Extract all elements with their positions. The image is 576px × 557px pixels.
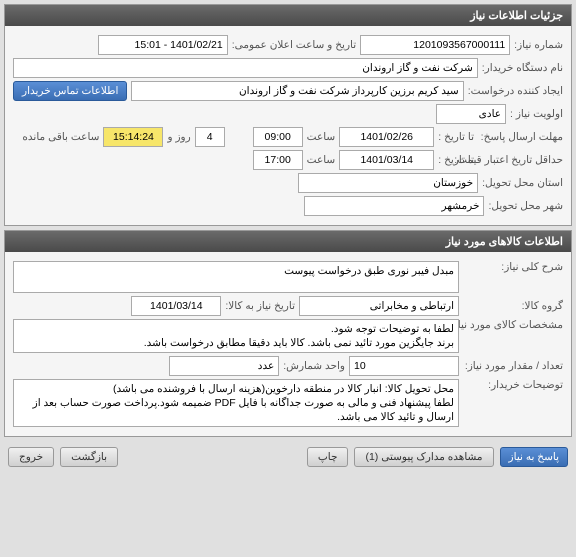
buyer-value: شرکت نفت و گاز اروندان xyxy=(13,58,478,78)
creator-value: سید کریم برزین کارپرداز شرکت نفت و گاز ا… xyxy=(131,81,463,101)
desc-label: شرح کلی نیاز: xyxy=(463,261,563,273)
pub-date-label: تاریخ و ساعت اعلان عمومی: xyxy=(232,39,356,51)
pub-date-value: 1401/02/21 - 15:01 xyxy=(98,35,228,55)
validity-time-label: ساعت xyxy=(307,154,336,166)
spec-value: لطفا به توضیحات توجه شود. برند جایگزین م… xyxy=(13,319,459,353)
deadline-time-label: ساعت xyxy=(307,131,336,143)
needed-date-label: تاریخ نیاز به کالا: xyxy=(225,300,295,312)
province-value: خوزستان xyxy=(298,173,478,193)
attachments-button[interactable]: مشاهده مدارک پیوستی (1) xyxy=(354,447,493,467)
province-label: استان محل تحویل: xyxy=(482,177,563,189)
footer-toolbar: پاسخ به نیاز مشاهده مدارک پیوستی (1) چاپ… xyxy=(0,441,576,473)
exit-button[interactable]: خروج xyxy=(8,447,54,467)
panel-goods-info-header: اطلاعات کالاهای مورد نیاز xyxy=(5,231,571,252)
priority-label: اولویت نیاز : xyxy=(510,108,563,120)
validity-label: حداقل تاریخ اعتبار قیمت: xyxy=(478,154,563,166)
validity-to-date-label: تا تاریخ : xyxy=(438,154,474,166)
back-button[interactable]: بازگشت xyxy=(60,447,118,467)
city-label: شهر محل تحویل: xyxy=(488,200,563,212)
creator-label: ایجاد کننده درخواست: xyxy=(468,85,563,97)
desc-value: مبدل فیبر نوری طبق درخواست پیوست xyxy=(13,261,459,293)
panel-goods-info-body: شرح کلی نیاز: مبدل فیبر نوری طبق درخواست… xyxy=(5,252,571,436)
validity-date-value: 1401/03/14 xyxy=(339,150,434,170)
unit-label: واحد شمارش: xyxy=(283,360,345,372)
req-no-label: شماره نیاز: xyxy=(514,39,563,51)
deadline-date-value: 1401/02/26 xyxy=(339,127,434,147)
buyer-contact-button[interactable]: اطلاعات تماس خریدار xyxy=(13,81,127,101)
priority-value: عادی xyxy=(436,104,506,124)
city-value: خرمشهر xyxy=(304,196,484,216)
days-remaining-value: 4 xyxy=(195,127,225,147)
deadline-to-date-label: تا تاریخ : xyxy=(438,131,474,143)
time-remaining-value: 15:14:24 xyxy=(103,127,163,147)
spec-label: مشخصات کالای مورد نیاز: xyxy=(463,319,563,331)
respond-button[interactable]: پاسخ به نیاز xyxy=(500,447,568,467)
group-label: گروه کالا: xyxy=(463,300,563,312)
qty-label: تعداد / مقدار مورد نیاز: xyxy=(463,360,563,372)
unit-value: عدد xyxy=(169,356,279,376)
needed-date-value: 1401/03/14 xyxy=(131,296,221,316)
panel-need-details: جزئیات اطلاعات نیاز شماره نیاز: 12010935… xyxy=(4,4,572,226)
validity-time-value: 17:00 xyxy=(253,150,303,170)
buyer-notes-value: محل تحویل کالا: انبار کالا در منطقه دارخ… xyxy=(13,379,459,427)
group-value: ارتباطی و مخابراتی xyxy=(299,296,459,316)
print-button[interactable]: چاپ xyxy=(307,447,349,467)
days-and-label: روز و xyxy=(167,131,190,143)
panel-goods-info: اطلاعات کالاهای مورد نیاز شرح کلی نیاز: … xyxy=(4,230,572,437)
time-remaining-label: ساعت باقی مانده xyxy=(22,131,99,143)
qty-value: 10 xyxy=(349,356,459,376)
buyer-label: نام دستگاه خریدار: xyxy=(482,62,563,74)
panel-need-details-body: شماره نیاز: 1201093567000111 تاریخ و ساع… xyxy=(5,26,571,225)
deadline-time-value: 09:00 xyxy=(253,127,303,147)
buyer-notes-label: توضیحات خریدار: xyxy=(463,379,563,391)
panel-need-details-header: جزئیات اطلاعات نیاز xyxy=(5,5,571,26)
deadline-label: مهلت ارسال پاسخ: xyxy=(478,131,563,143)
req-no-value: 1201093567000111 xyxy=(360,35,510,55)
